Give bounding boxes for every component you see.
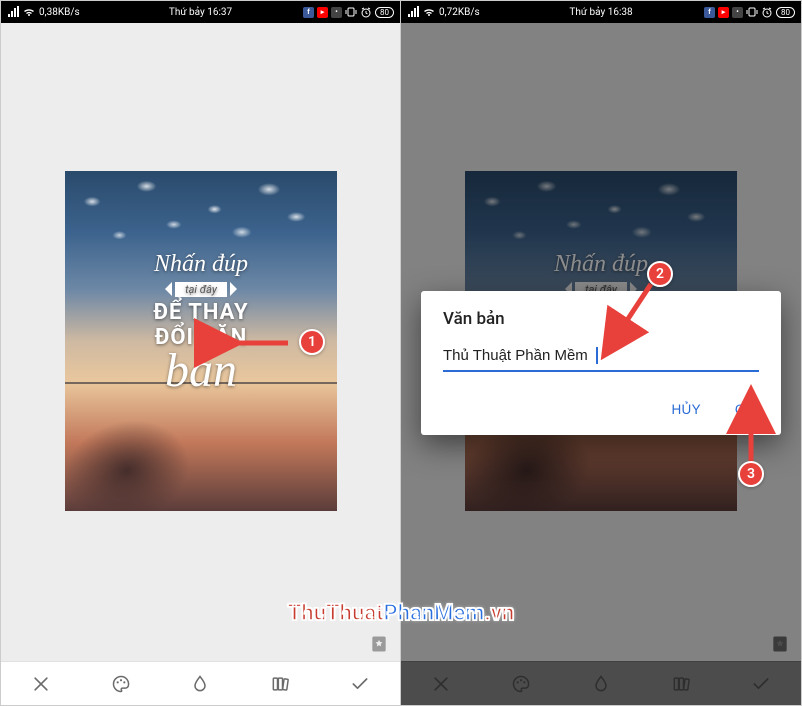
drop-button[interactable] xyxy=(581,664,621,704)
watermark: ThuThuatPhanMem.vn xyxy=(288,601,514,626)
status-bar: 0,38KB/s Thứ bảy 16:37 f ▸ • 80 xyxy=(1,1,400,23)
drop-button[interactable] xyxy=(180,664,220,704)
vibrate-icon xyxy=(746,6,758,18)
signal-icon xyxy=(7,6,19,18)
annotation-arrow-1 xyxy=(226,331,296,359)
facebook-icon: f xyxy=(704,7,715,18)
phone-screenshot-right: 0,72KB/s Thứ bảy 16:38 f ▸ • 80 xyxy=(401,1,801,705)
wifi-icon xyxy=(23,6,35,18)
close-button[interactable] xyxy=(21,664,61,704)
battery-indicator: 80 xyxy=(375,7,394,18)
confirm-button[interactable] xyxy=(741,664,781,704)
caption-ribbon: tại đây xyxy=(175,282,227,297)
dialog-title: Văn bản xyxy=(443,309,759,329)
network-speed: 0,38KB/s xyxy=(39,7,80,18)
library-button[interactable] xyxy=(260,664,300,704)
app-icon: • xyxy=(331,7,342,18)
caption-line2a: ĐỂ THAY xyxy=(65,300,337,325)
app-icon: • xyxy=(732,7,743,18)
battery-indicator: 80 xyxy=(776,7,795,18)
text-caret xyxy=(596,347,598,364)
library-button[interactable] xyxy=(661,664,701,704)
network-speed: 0,72KB/s xyxy=(439,7,480,18)
status-time: Thứ bảy 16:37 xyxy=(169,7,232,18)
youtube-icon: ▸ xyxy=(317,7,328,18)
close-button[interactable] xyxy=(421,664,461,704)
favorite-icon[interactable] xyxy=(769,633,791,655)
caption-line1: Nhấn đúp xyxy=(465,251,737,278)
watermark-part3: .vn xyxy=(484,601,514,626)
wifi-icon xyxy=(423,6,435,18)
facebook-icon: f xyxy=(303,7,314,18)
dialog-cancel-button[interactable]: HỦY xyxy=(667,394,704,425)
annotation-arrow-2 xyxy=(606,276,666,350)
vibrate-icon xyxy=(345,6,357,18)
status-bar: 0,72KB/s Thứ bảy 16:38 f ▸ • 80 xyxy=(401,1,801,23)
annotation-badge-3: 3 xyxy=(738,461,764,487)
annotation-badge-1: 1 xyxy=(299,329,325,355)
favorite-icon[interactable] xyxy=(368,633,390,655)
caption-line3: bản xyxy=(65,349,337,392)
bottom-toolbar xyxy=(401,661,801,705)
signal-icon xyxy=(407,6,419,18)
alarm-icon xyxy=(360,6,372,18)
annotation-badge-2: 2 xyxy=(647,261,673,287)
phone-screenshot-left: 0,38KB/s Thứ bảy 16:37 f ▸ • 80 xyxy=(1,1,401,705)
status-time: Thứ bảy 16:38 xyxy=(569,7,632,18)
bottom-toolbar xyxy=(1,661,400,705)
youtube-icon: ▸ xyxy=(718,7,729,18)
palette-button[interactable] xyxy=(101,664,141,704)
watermark-part2: PhanMem xyxy=(384,601,485,626)
caption-line1: Nhấn đúp xyxy=(65,251,337,278)
confirm-button[interactable] xyxy=(340,664,380,704)
alarm-icon xyxy=(761,6,773,18)
watermark-part1: ThuThuat xyxy=(288,601,384,626)
text-input-dialog: Văn bản HỦY OK xyxy=(421,291,781,435)
photo-preview[interactable]: Nhấn đúp tại đây ĐỂ THAY ĐỔI VĂN bản xyxy=(65,171,337,511)
palette-button[interactable] xyxy=(501,664,541,704)
text-overlay[interactable]: Nhấn đúp tại đây ĐỂ THAY ĐỔI VĂN bản xyxy=(65,251,337,392)
dialog-text-input[interactable] xyxy=(443,343,759,372)
